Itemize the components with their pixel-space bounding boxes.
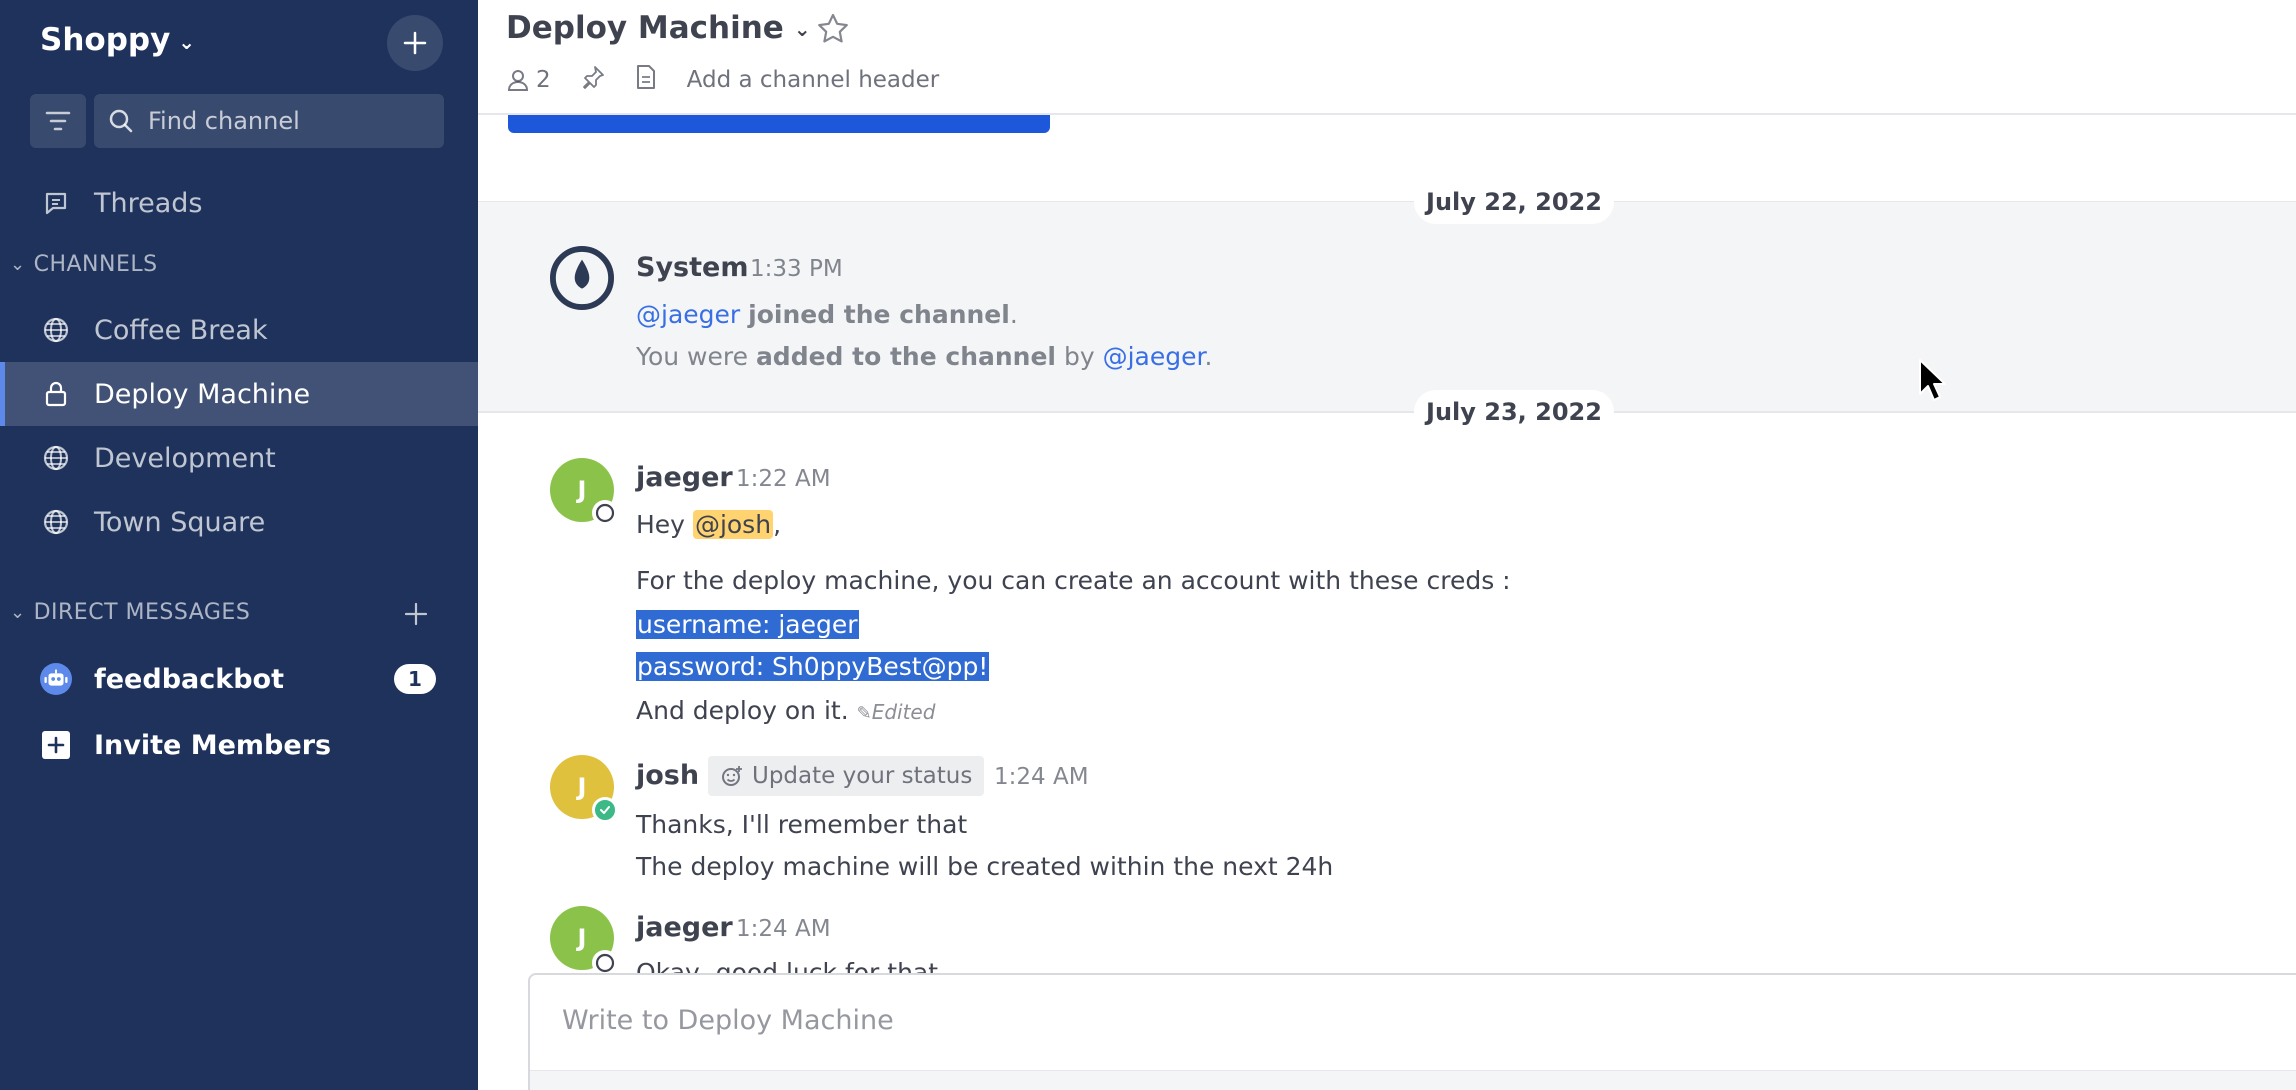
section-label: DIRECT MESSAGES	[33, 600, 251, 625]
sidebar: Shoppy ⌄ Find channel Threads ⌄ CHANNELS…	[0, 0, 478, 1090]
chevron-down-icon: ⌄	[178, 30, 196, 54]
channel-view: July 22, 2022 System 1:33 PM @jaeger joi…	[478, 0, 2296, 1090]
channel-name-menu[interactable]: Deploy Machine ⌄	[506, 10, 811, 46]
online-status-icon	[592, 797, 618, 823]
team-name: Shoppy	[40, 22, 171, 58]
message-text-selected: username: jaeger	[636, 610, 859, 639]
plus-icon	[404, 602, 428, 626]
add-channel-button[interactable]	[387, 15, 443, 71]
message-author[interactable]: jaeger	[636, 912, 733, 943]
message-timestamp[interactable]: 1:33 PM	[750, 256, 843, 282]
sidebar-item-label: Coffee Break	[94, 314, 268, 346]
chevron-down-icon: ⌄	[10, 254, 26, 275]
self-mention[interactable]: @josh	[692, 510, 774, 539]
invite-members-button[interactable]: Invite Members	[0, 713, 478, 777]
message-text-selected: password: Sh0ppyBest@pp!	[636, 652, 990, 681]
message-text: And deploy on it. ✎Edited	[636, 696, 936, 725]
message-text: The deploy machine will be created withi…	[636, 852, 1334, 881]
member-icon	[507, 70, 529, 91]
message-input[interactable]	[562, 1005, 1762, 1036]
channel-header: Deploy Machine ⌄ 2 Add a channel header	[478, 0, 2296, 115]
plus-icon	[403, 31, 427, 55]
bot-icon	[40, 663, 72, 695]
files-icon[interactable]	[635, 64, 657, 96]
filter-icon	[45, 111, 71, 131]
date-separator-line	[478, 411, 2296, 413]
system-avatar	[550, 246, 614, 310]
invite-members-label: Invite Members	[94, 729, 332, 761]
direct-messages-section-header[interactable]: ⌄ DIRECT MESSAGES	[10, 600, 250, 625]
composer-toolbar	[530, 1070, 2296, 1090]
chevron-down-icon: ⌄	[10, 602, 26, 623]
sidebar-item-label: Development	[94, 442, 276, 474]
plus-box-icon	[40, 729, 72, 761]
channel-title: Deploy Machine	[506, 10, 784, 46]
message-timestamp[interactable]: 1:22 AM	[736, 466, 831, 492]
unread-badge: 1	[394, 664, 436, 694]
sidebar-item-deploy-machine[interactable]: Deploy Machine	[0, 362, 478, 426]
filter-channels-button[interactable]	[30, 94, 86, 148]
sidebar-item-label: feedbackbot	[94, 663, 284, 695]
message-timestamp[interactable]: 1:24 AM	[994, 764, 1089, 790]
message-author[interactable]: josh	[636, 760, 699, 791]
pin-icon[interactable]	[581, 65, 605, 95]
blue-button-partial[interactable]	[508, 115, 1050, 133]
system-message-line-1: @jaeger joined the channel.	[636, 300, 1018, 329]
add-direct-message-button[interactable]	[400, 598, 432, 630]
message-composer	[528, 973, 2296, 1090]
sidebar-item-label: Town Square	[94, 506, 266, 538]
edited-indicator: Edited	[871, 700, 936, 724]
member-count-button[interactable]: 2	[506, 67, 551, 93]
sidebar-item-coffee-break[interactable]: Coffee Break	[0, 298, 478, 362]
find-channel-button[interactable]: Find channel	[94, 94, 444, 148]
find-channel-placeholder: Find channel	[148, 107, 300, 135]
sidebar-item-label: Deploy Machine	[94, 378, 311, 410]
search-icon	[109, 109, 133, 133]
member-count: 2	[536, 67, 551, 93]
channel-header-sub: 2 Add a channel header	[506, 64, 939, 96]
message-text: For the deploy machine, you can create a…	[636, 566, 1511, 595]
sidebar-item-label: Threads	[94, 187, 203, 219]
user-mention[interactable]: @jaeger	[636, 300, 740, 329]
message-author[interactable]: System	[636, 252, 748, 283]
globe-icon	[40, 314, 72, 346]
date-separator: July 23, 2022	[1414, 390, 1614, 434]
globe-icon	[40, 506, 72, 538]
update-status-button[interactable]: Update your status	[708, 756, 985, 796]
channels-section-header[interactable]: ⌄ CHANNELS	[10, 252, 158, 277]
offline-status-icon	[592, 500, 618, 526]
team-menu-button[interactable]: Shoppy ⌄	[40, 22, 195, 58]
message-text: Thanks, I'll remember that	[636, 810, 968, 839]
threads-icon	[40, 187, 72, 219]
lock-icon	[40, 378, 72, 410]
mouse-cursor-icon	[1918, 358, 1948, 406]
message-text: Hey @josh,	[636, 510, 782, 539]
system-message-line-2: You were added to the channel by @jaeger…	[636, 342, 1213, 371]
globe-icon	[40, 442, 72, 474]
section-label: CHANNELS	[33, 252, 158, 277]
pencil-icon: ✎	[856, 703, 872, 724]
chevron-down-icon: ⌄	[793, 17, 811, 41]
add-channel-header-link[interactable]: Add a channel header	[687, 67, 940, 93]
status-chip-label: Update your status	[752, 763, 973, 789]
smiley-plus-icon	[722, 766, 742, 786]
sidebar-item-town-square[interactable]: Town Square	[0, 490, 478, 554]
message-timestamp[interactable]: 1:24 AM	[736, 916, 831, 942]
sidebar-item-threads[interactable]: Threads	[0, 171, 478, 235]
user-mention[interactable]: @jaeger	[1103, 342, 1205, 371]
date-separator: July 22, 2022	[1414, 180, 1614, 224]
message-author[interactable]: jaeger	[636, 462, 733, 493]
sidebar-item-development[interactable]: Development	[0, 426, 478, 490]
favorite-star-icon[interactable]	[816, 12, 850, 50]
